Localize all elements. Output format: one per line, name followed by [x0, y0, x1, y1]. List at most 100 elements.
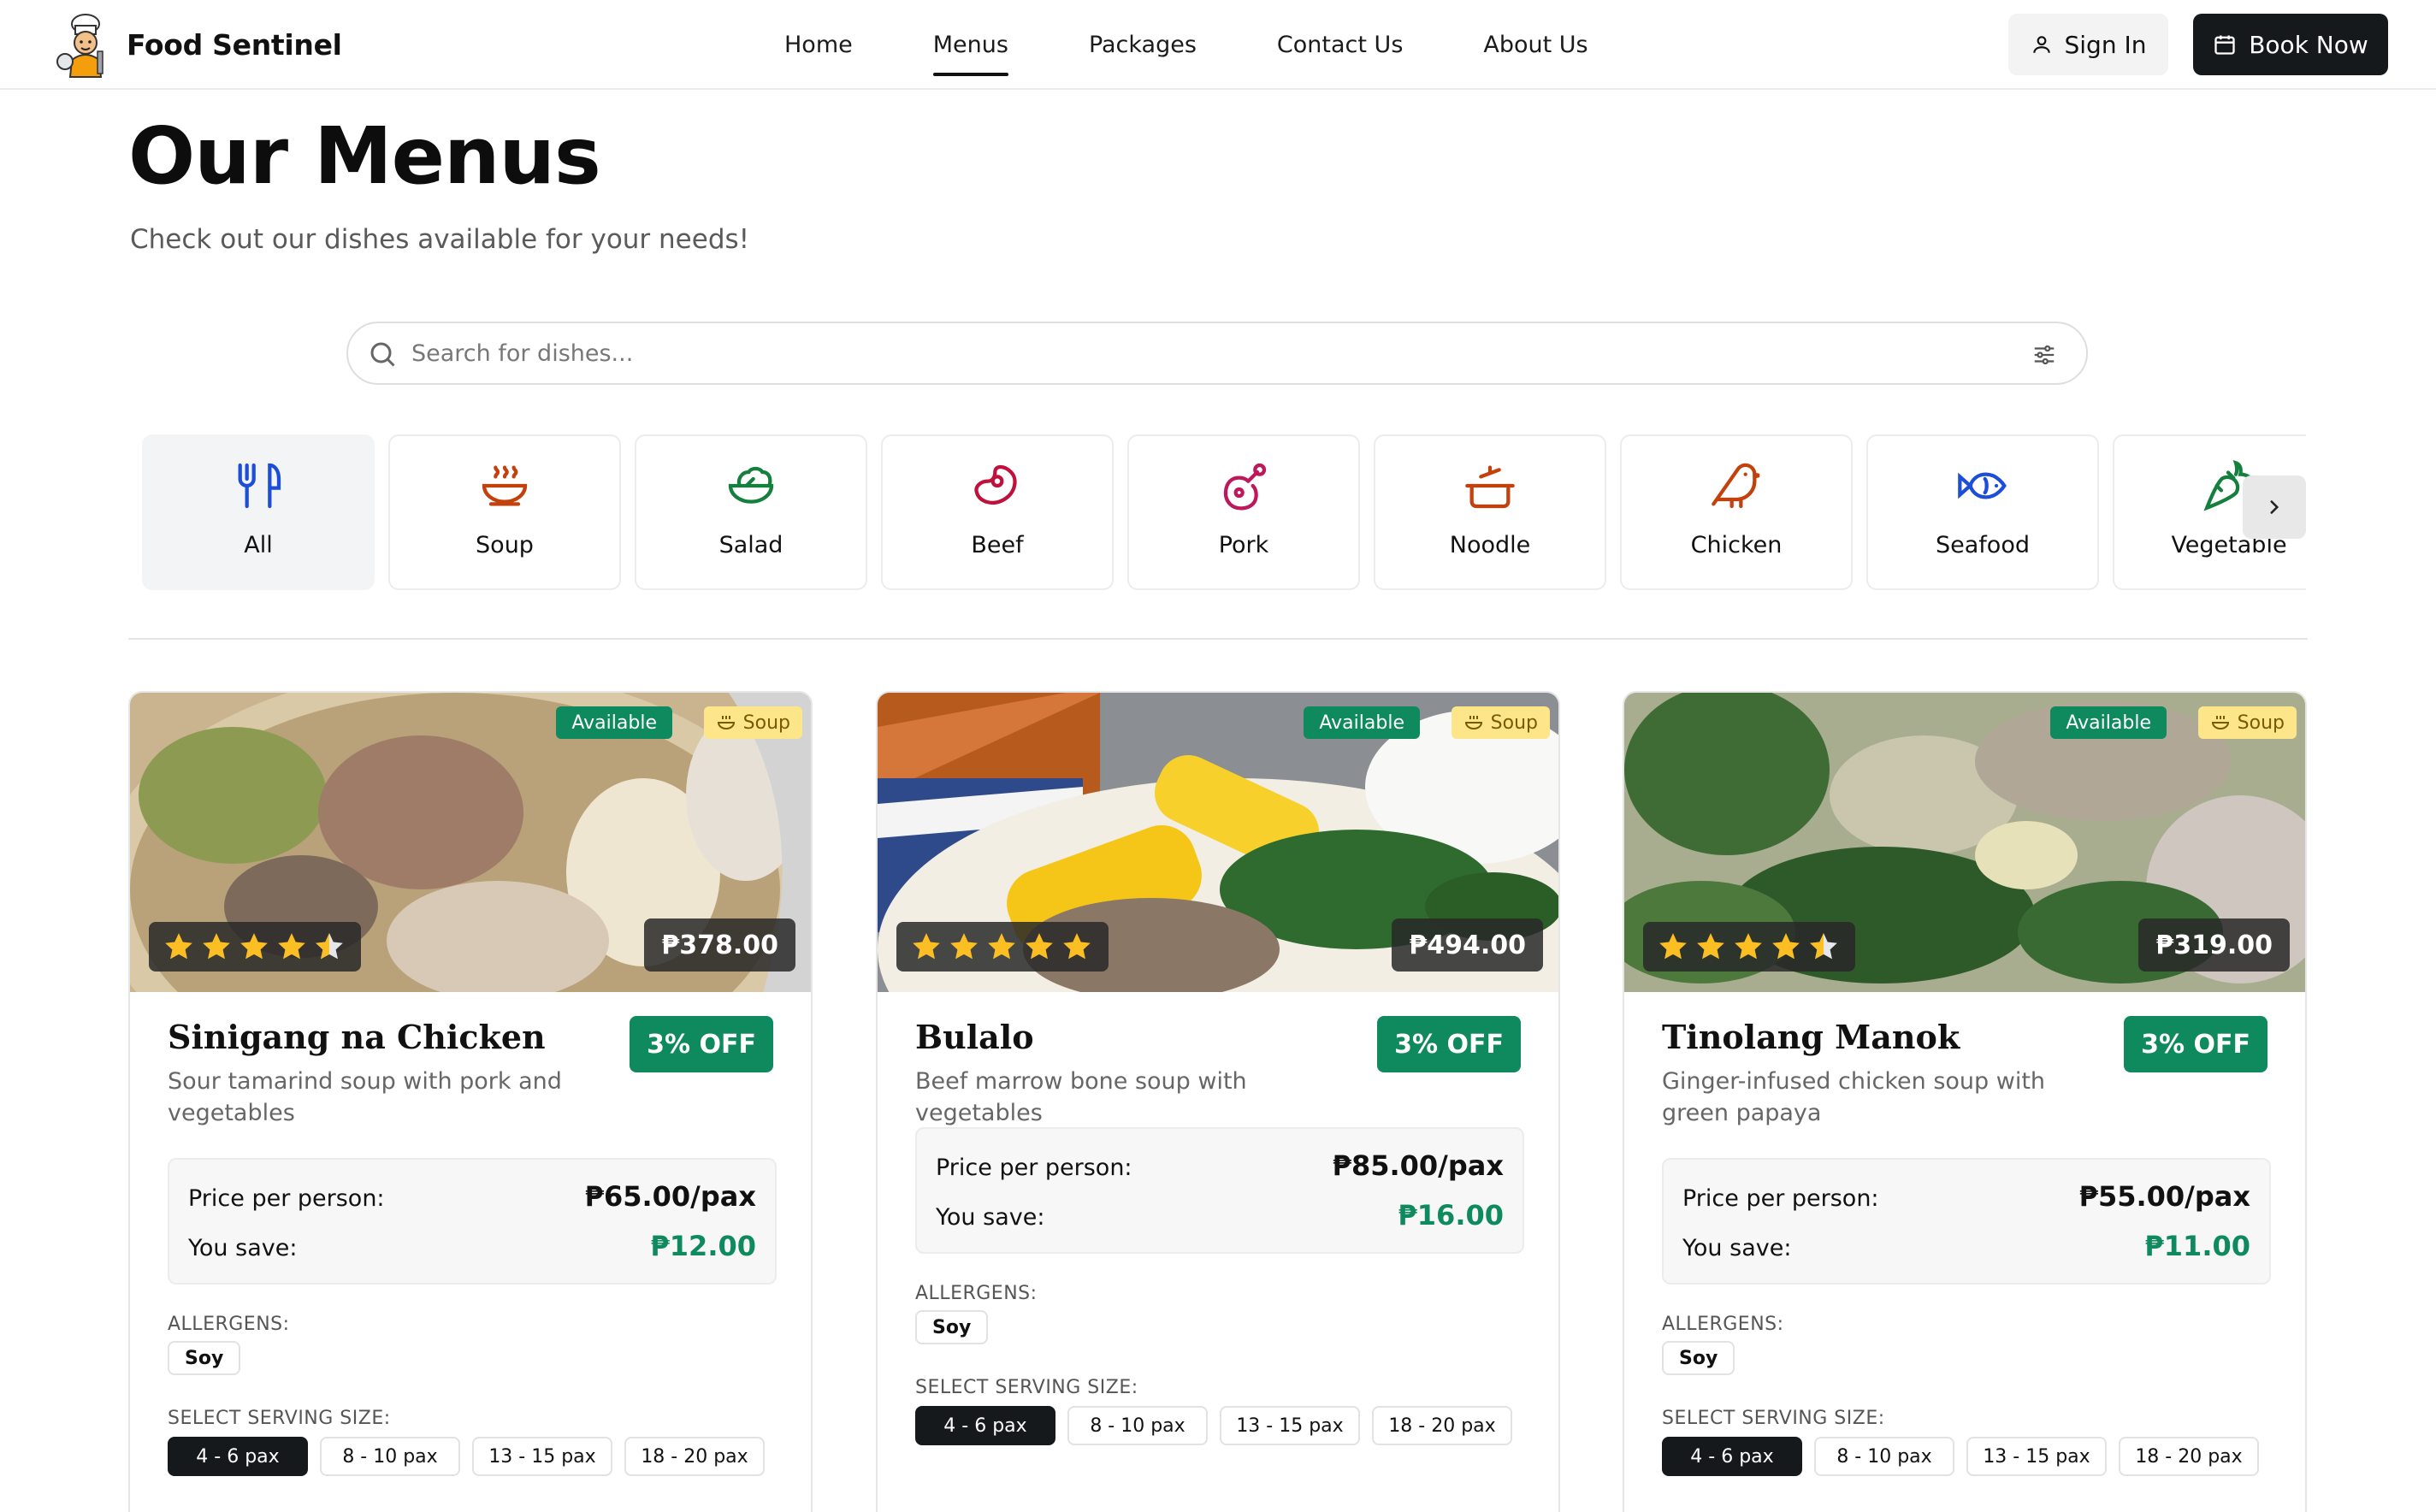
sign-in-button[interactable]: Sign In: [2008, 14, 2168, 75]
serving-size-option[interactable]: 18 - 20 pax: [624, 1437, 765, 1476]
category-label: Noodle: [1449, 532, 1531, 558]
category-beef[interactable]: Beef: [881, 434, 1114, 590]
dish-description: Beef marrow bone soup with vegetables: [915, 1068, 1247, 1126]
category-seafood[interactable]: Seafood: [1866, 434, 2099, 590]
you-save-label: You save:: [188, 1235, 298, 1261]
price-per-person-value: ₱85.00/pax: [1332, 1149, 1504, 1182]
star-rating: [896, 922, 1109, 972]
star-icon: [1659, 933, 1687, 960]
dish-card[interactable]: Available Soup ₱319.00 Tinolang Manok 3%…: [1623, 691, 2307, 1512]
star-icon: [1735, 933, 1762, 960]
star-icon: [950, 933, 978, 960]
dish-description: Sour tamarind soup with pork and vegetab…: [168, 1068, 562, 1126]
you-save-value: ₱12.00: [650, 1230, 756, 1262]
beef-icon: [974, 464, 1017, 505]
category-label: Soup: [476, 532, 534, 558]
category-badge-label: Soup: [1490, 712, 1538, 734]
star-icon: [1063, 933, 1091, 960]
star-icon: [203, 933, 230, 960]
chevron-right-icon: [2270, 500, 2279, 514]
chef-mascot-icon: [56, 14, 103, 78]
search-icon: [370, 342, 395, 367]
category-label: Seafood: [1936, 532, 2030, 558]
soup-bowl-icon: [482, 465, 528, 506]
bird-icon: [1712, 463, 1760, 509]
dish-card[interactable]: Available Soup ₱378.00 Sinigang na Chick…: [128, 691, 813, 1512]
serving-size-option[interactable]: 8 - 10 pax: [1067, 1406, 1208, 1445]
main-nav: Home Menus Packages Contact Us About Us: [744, 0, 1629, 90]
allergen-chip: Soy: [1662, 1341, 1735, 1375]
category-soup[interactable]: Soup: [388, 434, 621, 590]
nav-contact-us[interactable]: Contact Us: [1237, 0, 1443, 90]
category-noodle[interactable]: Noodle: [1374, 434, 1606, 590]
page-title: Our Menus: [128, 110, 601, 202]
search-input[interactable]: [411, 330, 2002, 376]
serving-size-option[interactable]: 13 - 15 pax: [1966, 1437, 2107, 1476]
user-icon: [2032, 36, 2050, 53]
serving-size-option[interactable]: 13 - 15 pax: [472, 1437, 612, 1476]
sign-in-label: Sign In: [2064, 30, 2147, 59]
serving-size-option[interactable]: 8 - 10 pax: [320, 1437, 460, 1476]
filter-sliders-icon[interactable]: [2031, 342, 2057, 368]
star-rating: [149, 922, 361, 972]
price-summary: Price per person: ₱85.00/pax You save: ₱…: [915, 1127, 1524, 1254]
serving-size-label: SELECT SERVING SIZE:: [168, 1408, 391, 1429]
category-badge: Soup: [1451, 706, 1550, 739]
dish-photo: Available Soup ₱494.00: [878, 693, 1558, 992]
soup-bowl-icon: [717, 716, 735, 729]
serving-size-option[interactable]: 4 - 6 pax: [915, 1406, 1055, 1445]
star-icon: [240, 933, 268, 960]
category-badge: Soup: [703, 706, 802, 739]
cooking-pot-icon: [1465, 465, 1515, 509]
carousel-next-button[interactable]: [2243, 475, 2306, 539]
category-badge: Soup: [2197, 706, 2297, 739]
price-per-person-label: Price per person:: [936, 1155, 1132, 1181]
total-price-badge: ₱319.00: [2138, 918, 2290, 972]
status-badge: Available: [1304, 706, 1420, 739]
star-icon: [988, 933, 1015, 960]
serving-size-label: SELECT SERVING SIZE:: [1662, 1408, 1885, 1429]
dish-name: Sinigang na Chicken: [168, 1018, 546, 1056]
price-per-person-value: ₱65.00/pax: [584, 1180, 756, 1213]
fish-icon: [1958, 472, 2007, 499]
serving-size-option[interactable]: 4 - 6 pax: [1662, 1437, 1802, 1476]
star-half-icon: [1810, 933, 1837, 960]
star-icon: [165, 933, 192, 960]
brand-name: Food Sentinel: [127, 27, 342, 62]
nav-menus[interactable]: Menus: [893, 0, 1049, 90]
total-price-badge: ₱494.00: [1392, 918, 1543, 972]
discount-badge: 3% OFF: [2124, 1016, 2267, 1072]
book-now-label: Book Now: [2249, 30, 2368, 59]
serving-size-option[interactable]: 4 - 6 pax: [168, 1437, 308, 1476]
page-subtitle: Check out our dishes available for your …: [130, 224, 750, 255]
category-all[interactable]: All: [142, 434, 375, 590]
allergens-label: ALLERGENS:: [1662, 1314, 1784, 1335]
serving-size-option[interactable]: 8 - 10 pax: [1814, 1437, 1954, 1476]
you-save-value: ₱16.00: [1398, 1199, 1504, 1231]
star-icon: [278, 933, 305, 960]
serving-size-option[interactable]: 13 - 15 pax: [1220, 1406, 1360, 1445]
serving-size-option[interactable]: 18 - 20 pax: [2119, 1437, 2259, 1476]
nav-about-us[interactable]: About Us: [1443, 0, 1628, 90]
price-per-person-value: ₱55.00/pax: [2078, 1180, 2250, 1213]
category-carousel: All Soup Salad Beef Pork Noodle Chicken …: [142, 434, 2306, 590]
status-badge: Available: [556, 706, 672, 739]
search-bar: [346, 322, 2088, 385]
serving-size-label: SELECT SERVING SIZE:: [915, 1377, 1138, 1398]
book-now-button[interactable]: Book Now: [2193, 14, 2388, 75]
nav-home[interactable]: Home: [744, 0, 893, 90]
category-pork[interactable]: Pork: [1127, 434, 1360, 590]
category-salad[interactable]: Salad: [635, 434, 867, 590]
dish-photo: Available Soup ₱378.00: [130, 693, 811, 992]
serving-size-option[interactable]: 18 - 20 pax: [1372, 1406, 1512, 1445]
soup-bowl-icon: [2211, 716, 2229, 729]
status-badge: Available: [2050, 706, 2167, 739]
price-summary: Price per person: ₱65.00/pax You save: ₱…: [168, 1158, 777, 1285]
dish-card[interactable]: Available Soup ₱494.00 Bulalo 3% OFF Bee…: [876, 691, 1560, 1512]
brand-logo[interactable]: Food Sentinel: [50, 9, 342, 80]
allergen-chip: Soy: [168, 1341, 241, 1375]
nav-packages[interactable]: Packages: [1049, 0, 1237, 90]
you-save-label: You save:: [936, 1204, 1045, 1231]
category-chicken[interactable]: Chicken: [1620, 434, 1853, 590]
category-badge-label: Soup: [2237, 712, 2285, 734]
